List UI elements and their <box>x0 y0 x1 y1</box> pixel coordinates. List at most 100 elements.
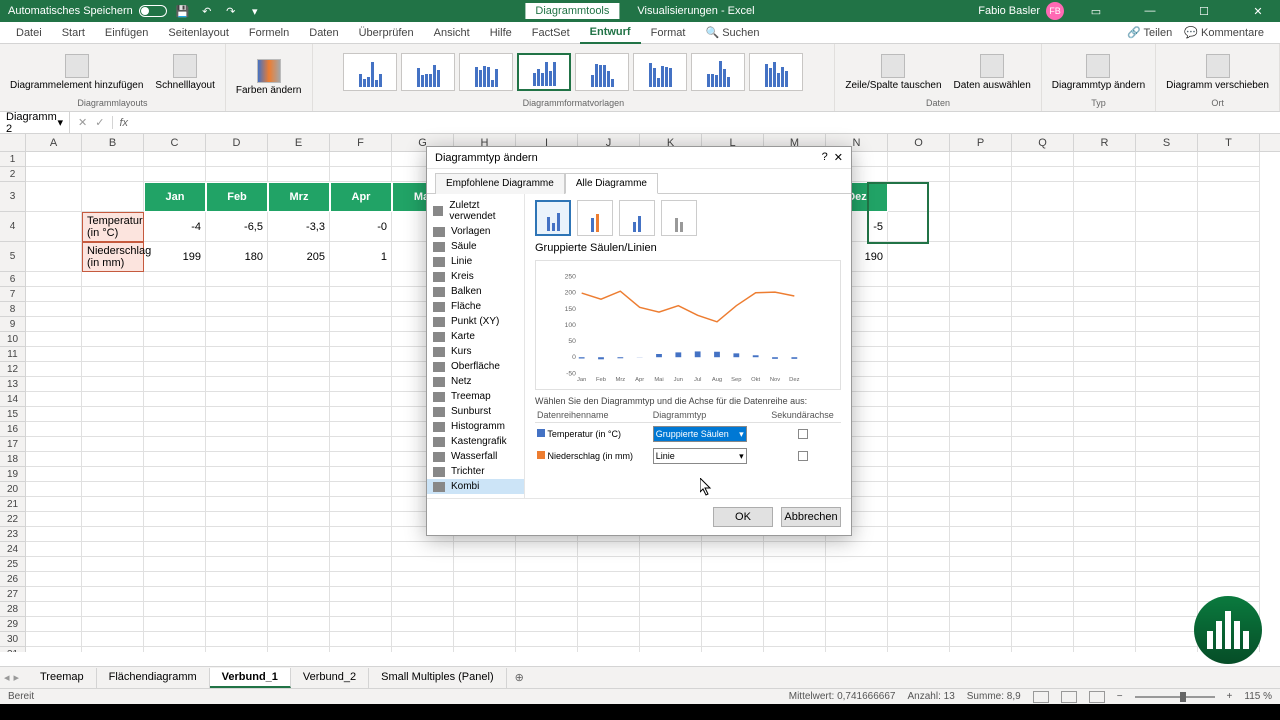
cell-T1[interactable] <box>1198 152 1260 167</box>
cell-A7[interactable] <box>26 287 82 302</box>
select-data-button[interactable]: Daten auswählen <box>950 52 1035 93</box>
cell-P12[interactable] <box>950 362 1012 377</box>
chart-type-flche[interactable]: Fläche <box>427 299 524 314</box>
cell-Q25[interactable] <box>1012 557 1074 572</box>
add-chart-element-button[interactable]: Diagrammelement hinzufügen <box>6 52 147 93</box>
chart-type-netz[interactable]: Netz <box>427 374 524 389</box>
cell-I25[interactable] <box>516 557 578 572</box>
series-type-dropdown-2[interactable]: Linie▾ <box>653 448 747 464</box>
cell-R17[interactable] <box>1074 437 1136 452</box>
cell-J26[interactable] <box>578 572 640 587</box>
cell-D19[interactable] <box>206 467 268 482</box>
row-header-26[interactable]: 26 <box>0 572 26 587</box>
cell-D9[interactable] <box>206 317 268 332</box>
row-header-29[interactable]: 29 <box>0 617 26 632</box>
cell-P18[interactable] <box>950 452 1012 467</box>
cell-P14[interactable] <box>950 392 1012 407</box>
sheet-tab-smallmultiplespanel[interactable]: Small Multiples (Panel) <box>369 668 506 688</box>
save-icon[interactable]: 💾 <box>175 3 191 19</box>
cell-F17[interactable] <box>330 437 392 452</box>
cell-O6[interactable] <box>888 272 950 287</box>
minimize-icon[interactable]: — <box>1128 0 1172 22</box>
cell-E22[interactable] <box>268 512 330 527</box>
cell-P23[interactable] <box>950 527 1012 542</box>
cell-S7[interactable] <box>1136 287 1198 302</box>
cell-Q26[interactable] <box>1012 572 1074 587</box>
cell-O18[interactable] <box>888 452 950 467</box>
cell-F4[interactable]: -0 <box>330 212 392 242</box>
cell-B31[interactable] <box>82 647 144 652</box>
cell-T19[interactable] <box>1198 467 1260 482</box>
cell-H28[interactable] <box>454 602 516 617</box>
row-header-25[interactable]: 25 <box>0 557 26 572</box>
cell-G24[interactable] <box>392 542 454 557</box>
row-header-6[interactable]: 6 <box>0 272 26 287</box>
cell-C14[interactable] <box>144 392 206 407</box>
cell-N29[interactable] <box>826 617 888 632</box>
cell-E27[interactable] <box>268 587 330 602</box>
cell-A2[interactable] <box>26 167 82 182</box>
tab-factset[interactable]: FactSet <box>522 23 580 43</box>
cell-A14[interactable] <box>26 392 82 407</box>
cell-T16[interactable] <box>1198 422 1260 437</box>
cell-F20[interactable] <box>330 482 392 497</box>
cell-T23[interactable] <box>1198 527 1260 542</box>
cell-O23[interactable] <box>888 527 950 542</box>
col-header-P[interactable]: P <box>950 134 1012 151</box>
cell-E2[interactable] <box>268 167 330 182</box>
col-header-C[interactable]: C <box>144 134 206 151</box>
cell-P22[interactable] <box>950 512 1012 527</box>
cancel-formula-icon[interactable]: ✕ <box>78 116 87 129</box>
cell-B24[interactable] <box>82 542 144 557</box>
cell-S10[interactable] <box>1136 332 1198 347</box>
cell-O8[interactable] <box>888 302 950 317</box>
cell-R8[interactable] <box>1074 302 1136 317</box>
cell-F30[interactable] <box>330 632 392 647</box>
row-header-27[interactable]: 27 <box>0 587 26 602</box>
cell-Q30[interactable] <box>1012 632 1074 647</box>
cell-F6[interactable] <box>330 272 392 287</box>
cell-Q20[interactable] <box>1012 482 1074 497</box>
cell-C2[interactable] <box>144 167 206 182</box>
cell-T4[interactable] <box>1198 212 1260 242</box>
chart-type-zuletztverwendet[interactable]: Zuletzt verwendet <box>427 198 524 224</box>
zoom-out-icon[interactable]: − <box>1117 691 1123 702</box>
cell-R29[interactable] <box>1074 617 1136 632</box>
cell-T21[interactable] <box>1198 497 1260 512</box>
row-header-16[interactable]: 16 <box>0 422 26 437</box>
cell-D4[interactable]: -6,5 <box>206 212 268 242</box>
cell-L25[interactable] <box>702 557 764 572</box>
cell-O17[interactable] <box>888 437 950 452</box>
cell-F11[interactable] <box>330 347 392 362</box>
cell-C19[interactable] <box>144 467 206 482</box>
tab-format[interactable]: Format <box>641 23 696 43</box>
cell-F16[interactable] <box>330 422 392 437</box>
cell-P26[interactable] <box>950 572 1012 587</box>
move-chart-button[interactable]: Diagramm verschieben <box>1162 52 1273 93</box>
cell-C16[interactable] <box>144 422 206 437</box>
cell-A16[interactable] <box>26 422 82 437</box>
cell-K31[interactable] <box>640 647 702 652</box>
cell-O1[interactable] <box>888 152 950 167</box>
dialog-help-icon[interactable]: ? <box>822 151 828 164</box>
row-header-5[interactable]: 5 <box>0 242 26 272</box>
col-header-F[interactable]: F <box>330 134 392 151</box>
cell-E5[interactable]: 205 <box>268 242 330 272</box>
cell-A6[interactable] <box>26 272 82 287</box>
chart-type-kurs[interactable]: Kurs <box>427 344 524 359</box>
row-header-19[interactable]: 19 <box>0 467 26 482</box>
cell-J24[interactable] <box>578 542 640 557</box>
cell-E29[interactable] <box>268 617 330 632</box>
cell-K26[interactable] <box>640 572 702 587</box>
cell-C20[interactable] <box>144 482 206 497</box>
cell-N24[interactable] <box>826 542 888 557</box>
cell-T26[interactable] <box>1198 572 1260 587</box>
cell-O19[interactable] <box>888 467 950 482</box>
cell-R26[interactable] <box>1074 572 1136 587</box>
cell-M29[interactable] <box>764 617 826 632</box>
cell-E15[interactable] <box>268 407 330 422</box>
cell-A24[interactable] <box>26 542 82 557</box>
cell-G29[interactable] <box>392 617 454 632</box>
cell-N27[interactable] <box>826 587 888 602</box>
cell-C28[interactable] <box>144 602 206 617</box>
